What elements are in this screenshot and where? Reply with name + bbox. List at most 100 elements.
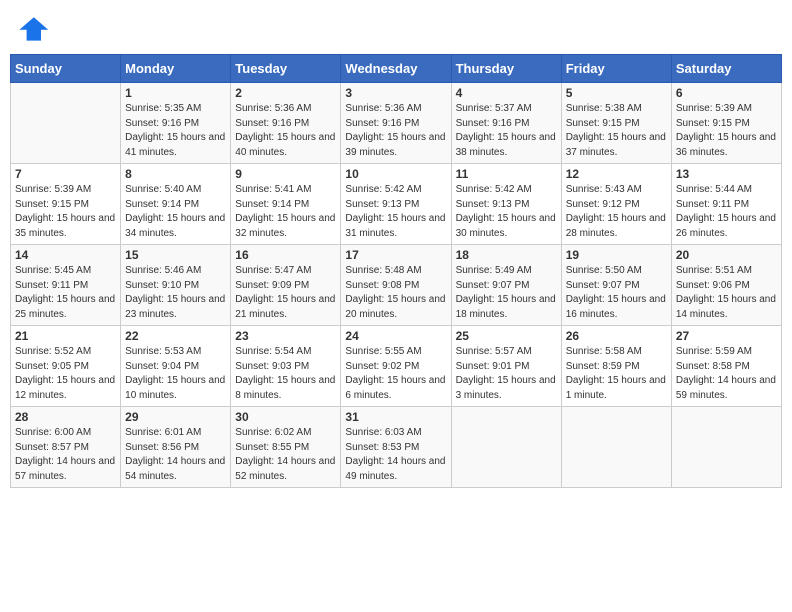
day-number: 4 — [456, 86, 557, 100]
calendar-cell: 5 Sunrise: 5:38 AM Sunset: 9:15 PM Daylig… — [561, 83, 671, 164]
day-number: 14 — [15, 248, 116, 262]
calendar-cell — [671, 407, 781, 488]
column-header-wednesday: Wednesday — [341, 55, 451, 83]
day-number: 20 — [676, 248, 777, 262]
day-number: 2 — [235, 86, 336, 100]
column-header-sunday: Sunday — [11, 55, 121, 83]
calendar-cell: 24 Sunrise: 5:55 AM Sunset: 9:02 PM Dayli… — [341, 326, 451, 407]
day-number: 16 — [235, 248, 336, 262]
cell-content: Sunrise: 5:41 AM Sunset: 9:14 PM Dayligh… — [235, 183, 336, 241]
calendar-cell: 14 Sunrise: 5:45 AM Sunset: 9:11 PM Dayli… — [11, 245, 121, 326]
calendar-week-row: 21Sunrise: 5:52 AM Sunset: 9:05 PM Dayli… — [11, 326, 782, 407]
cell-content: Sunrise: 5:35 AM Sunset: 9:16 PM Dayligh… — [125, 102, 226, 160]
calendar-cell: 13 Sunrise: 5:44 AM Sunset: 9:11 PM Dayli… — [671, 164, 781, 245]
column-header-tuesday: Tuesday — [231, 55, 341, 83]
cell-content: Sunrise: 5:48 AM Sunset: 9:08 PM Dayligh… — [345, 264, 446, 322]
day-number: 6 — [676, 86, 777, 100]
cell-content: Sunrise: 5:58 AM Sunset: 8:59 PM Dayligh… — [566, 345, 667, 403]
column-header-saturday: Saturday — [671, 55, 781, 83]
calendar-cell: 1 Sunrise: 5:35 AM Sunset: 9:16 PM Daylig… — [121, 83, 231, 164]
cell-content: Sunrise: 5:49 AM Sunset: 9:07 PM Dayligh… — [456, 264, 557, 322]
cell-content: Sunrise: 5:47 AM Sunset: 9:09 PM Dayligh… — [235, 264, 336, 322]
calendar-week-row: 28Sunrise: 6:00 AM Sunset: 8:57 PM Dayli… — [11, 407, 782, 488]
calendar-cell: 4 Sunrise: 5:37 AM Sunset: 9:16 PM Daylig… — [451, 83, 561, 164]
calendar-cell: 8 Sunrise: 5:40 AM Sunset: 9:14 PM Daylig… — [121, 164, 231, 245]
day-number: 26 — [566, 329, 667, 343]
calendar-cell: 15 Sunrise: 5:46 AM Sunset: 9:10 PM Dayli… — [121, 245, 231, 326]
calendar-cell: 30Sunrise: 6:02 AM Sunset: 8:55 PM Dayli… — [231, 407, 341, 488]
day-number: 15 — [125, 248, 226, 262]
cell-content: Sunrise: 5:45 AM Sunset: 9:11 PM Dayligh… — [15, 264, 116, 322]
day-number: 30 — [235, 410, 336, 424]
cell-content: Sunrise: 5:36 AM Sunset: 9:16 PM Dayligh… — [235, 102, 336, 160]
day-number: 9 — [235, 167, 336, 181]
day-number: 3 — [345, 86, 446, 100]
calendar-cell: 26 Sunrise: 5:58 AM Sunset: 8:59 PM Dayli… — [561, 326, 671, 407]
day-number: 21 — [15, 329, 116, 343]
cell-content: Sunrise: 5:50 AM Sunset: 9:07 PM Dayligh… — [566, 264, 667, 322]
calendar-cell: 28Sunrise: 6:00 AM Sunset: 8:57 PM Dayli… — [11, 407, 121, 488]
calendar-cell: 18 Sunrise: 5:49 AM Sunset: 9:07 PM Dayli… — [451, 245, 561, 326]
day-number: 5 — [566, 86, 667, 100]
day-number: 18 — [456, 248, 557, 262]
cell-content: Sunrise: 5:38 AM Sunset: 9:15 PM Dayligh… — [566, 102, 667, 160]
cell-content: Sunrise: 5:51 AM Sunset: 9:06 PM Dayligh… — [676, 264, 777, 322]
cell-content: Sunrise: 5:44 AM Sunset: 9:11 PM Dayligh… — [676, 183, 777, 241]
cell-content: Sunrise: 5:57 AM Sunset: 9:01 PM Dayligh… — [456, 345, 557, 403]
cell-content: Sunrise: 5:42 AM Sunset: 9:13 PM Dayligh… — [345, 183, 446, 241]
day-number: 7 — [15, 167, 116, 181]
calendar-cell — [11, 83, 121, 164]
day-number: 23 — [235, 329, 336, 343]
calendar-week-row: 1 Sunrise: 5:35 AM Sunset: 9:16 PM Daylig… — [11, 83, 782, 164]
day-number: 31 — [345, 410, 446, 424]
calendar-week-row: 14 Sunrise: 5:45 AM Sunset: 9:11 PM Dayli… — [11, 245, 782, 326]
cell-content: Sunrise: 5:37 AM Sunset: 9:16 PM Dayligh… — [456, 102, 557, 160]
calendar-cell: 27 Sunrise: 5:59 AM Sunset: 8:58 PM Dayli… — [671, 326, 781, 407]
column-header-monday: Monday — [121, 55, 231, 83]
calendar-cell — [451, 407, 561, 488]
calendar-cell: 22Sunrise: 5:53 AM Sunset: 9:04 PM Dayli… — [121, 326, 231, 407]
calendar-cell: 21Sunrise: 5:52 AM Sunset: 9:05 PM Dayli… — [11, 326, 121, 407]
cell-content: Sunrise: 6:00 AM Sunset: 8:57 PM Dayligh… — [15, 426, 116, 484]
cell-content: Sunrise: 5:40 AM Sunset: 9:14 PM Dayligh… — [125, 183, 226, 241]
cell-content: Sunrise: 5:59 AM Sunset: 8:58 PM Dayligh… — [676, 345, 777, 403]
calendar-cell: 10 Sunrise: 5:42 AM Sunset: 9:13 PM Dayli… — [341, 164, 451, 245]
cell-content: Sunrise: 5:55 AM Sunset: 9:02 PM Dayligh… — [345, 345, 446, 403]
cell-content: Sunrise: 5:43 AM Sunset: 9:12 PM Dayligh… — [566, 183, 667, 241]
day-number: 8 — [125, 167, 226, 181]
calendar-table: SundayMondayTuesdayWednesdayThursdayFrid… — [10, 54, 782, 488]
cell-content: Sunrise: 5:46 AM Sunset: 9:10 PM Dayligh… — [125, 264, 226, 322]
calendar-cell — [561, 407, 671, 488]
cell-content: Sunrise: 6:01 AM Sunset: 8:56 PM Dayligh… — [125, 426, 226, 484]
day-number: 13 — [676, 167, 777, 181]
day-number: 11 — [456, 167, 557, 181]
calendar-cell: 25 Sunrise: 5:57 AM Sunset: 9:01 PM Dayli… — [451, 326, 561, 407]
calendar-week-row: 7 Sunrise: 5:39 AM Sunset: 9:15 PM Daylig… — [11, 164, 782, 245]
column-header-friday: Friday — [561, 55, 671, 83]
day-number: 19 — [566, 248, 667, 262]
day-number: 1 — [125, 86, 226, 100]
calendar-cell: 9 Sunrise: 5:41 AM Sunset: 9:14 PM Daylig… — [231, 164, 341, 245]
calendar-cell: 20 Sunrise: 5:51 AM Sunset: 9:06 PM Dayli… — [671, 245, 781, 326]
day-number: 27 — [676, 329, 777, 343]
calendar-cell: 2 Sunrise: 5:36 AM Sunset: 9:16 PM Daylig… — [231, 83, 341, 164]
calendar-cell: 23Sunrise: 5:54 AM Sunset: 9:03 PM Dayli… — [231, 326, 341, 407]
calendar-cell: 19 Sunrise: 5:50 AM Sunset: 9:07 PM Dayli… — [561, 245, 671, 326]
calendar-cell: 31 Sunrise: 6:03 AM Sunset: 8:53 PM Dayli… — [341, 407, 451, 488]
cell-content: Sunrise: 5:39 AM Sunset: 9:15 PM Dayligh… — [676, 102, 777, 160]
calendar-cell: 7 Sunrise: 5:39 AM Sunset: 9:15 PM Daylig… — [11, 164, 121, 245]
cell-content: Sunrise: 5:39 AM Sunset: 9:15 PM Dayligh… — [15, 183, 116, 241]
cell-content: Sunrise: 5:36 AM Sunset: 9:16 PM Dayligh… — [345, 102, 446, 160]
logo — [14, 10, 54, 46]
calendar-cell: 17Sunrise: 5:48 AM Sunset: 9:08 PM Dayli… — [341, 245, 451, 326]
calendar-cell: 3 Sunrise: 5:36 AM Sunset: 9:16 PM Daylig… — [341, 83, 451, 164]
calendar-cell: 29Sunrise: 6:01 AM Sunset: 8:56 PM Dayli… — [121, 407, 231, 488]
cell-content: Sunrise: 6:03 AM Sunset: 8:53 PM Dayligh… — [345, 426, 446, 484]
page-header — [10, 10, 782, 46]
column-header-thursday: Thursday — [451, 55, 561, 83]
day-number: 24 — [345, 329, 446, 343]
day-number: 25 — [456, 329, 557, 343]
day-number: 10 — [345, 167, 446, 181]
cell-content: Sunrise: 5:42 AM Sunset: 9:13 PM Dayligh… — [456, 183, 557, 241]
calendar-cell: 6 Sunrise: 5:39 AM Sunset: 9:15 PM Daylig… — [671, 83, 781, 164]
